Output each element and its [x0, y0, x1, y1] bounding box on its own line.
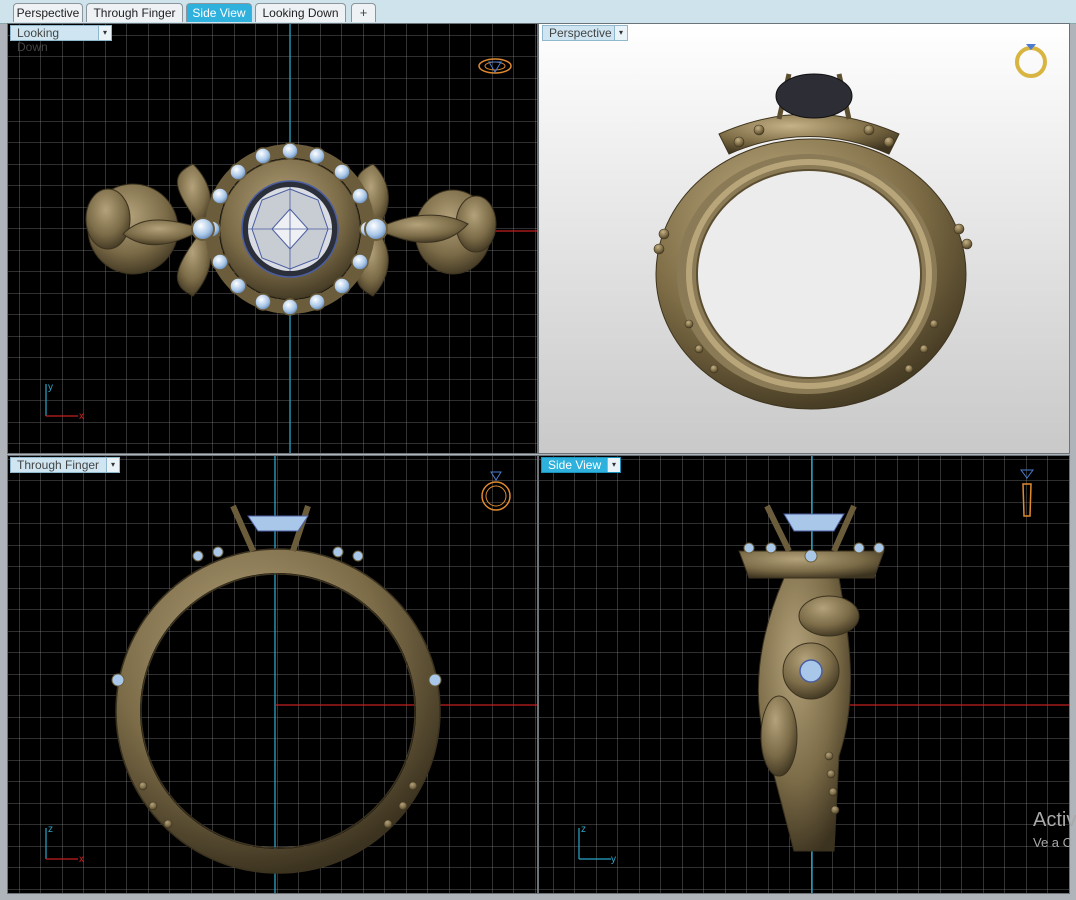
axis-label-h: x — [79, 854, 84, 865]
viewport-looking-down[interactable]: y x Looking Down ▾ — [7, 23, 538, 454]
viewport-perspective[interactable]: Perspective ▾ — [538, 23, 1070, 454]
dropdown-arrow-icon[interactable]: ▾ — [614, 26, 627, 40]
viewport-tab-bar: Perspective Through Finger Side View Loo… — [0, 0, 1076, 24]
dropdown-arrow-icon[interactable]: ▾ — [607, 458, 620, 472]
axis-label-v: y — [48, 382, 53, 393]
viewport-title-text: Side View — [548, 458, 602, 472]
activation-watermark-sub: Ve a C — [1033, 835, 1073, 850]
viewport-through-finger[interactable]: z x Through Finger ▾ — [7, 455, 538, 894]
dropdown-arrow-icon[interactable]: ▾ — [98, 26, 111, 40]
side-view-scene: z y — [539, 456, 1069, 893]
tab-perspective[interactable]: Perspective — [13, 3, 83, 22]
axis-label-v: z — [581, 824, 586, 835]
axis-label-v: z — [48, 824, 53, 835]
tab-looking-down[interactable]: Looking Down — [255, 3, 346, 22]
axis-label-h: y — [611, 854, 616, 865]
through-finger-scene: z x — [8, 456, 537, 893]
viewport-title-side-view[interactable]: Side View ▾ — [541, 457, 621, 473]
tab-side-view[interactable]: Side View — [186, 3, 252, 22]
viewport-title-text: Perspective — [549, 26, 612, 40]
axis-label-h: x — [79, 411, 84, 422]
looking-down-scene: y x — [8, 24, 537, 453]
ring-orientation-icon — [1015, 44, 1047, 78]
add-tab-icon[interactable]: + — [351, 3, 376, 22]
perspective-scene — [653, 44, 1047, 410]
viewport-title-text: Through Finger — [17, 458, 100, 472]
viewport-title-looking-down[interactable]: Looking Down ▾ — [10, 25, 112, 54]
viewport-side-view[interactable]: z y Side View ▾ — [538, 455, 1070, 894]
activation-watermark: Activ — [1033, 809, 1076, 831]
viewport-title-perspective[interactable]: Perspective ▾ — [542, 25, 628, 41]
ring-perspective-model — [653, 73, 973, 410]
tab-through-finger[interactable]: Through Finger — [86, 3, 183, 22]
dropdown-arrow-icon[interactable]: ▾ — [106, 458, 119, 472]
viewport-title-through-finger[interactable]: Through Finger ▾ — [10, 457, 120, 473]
